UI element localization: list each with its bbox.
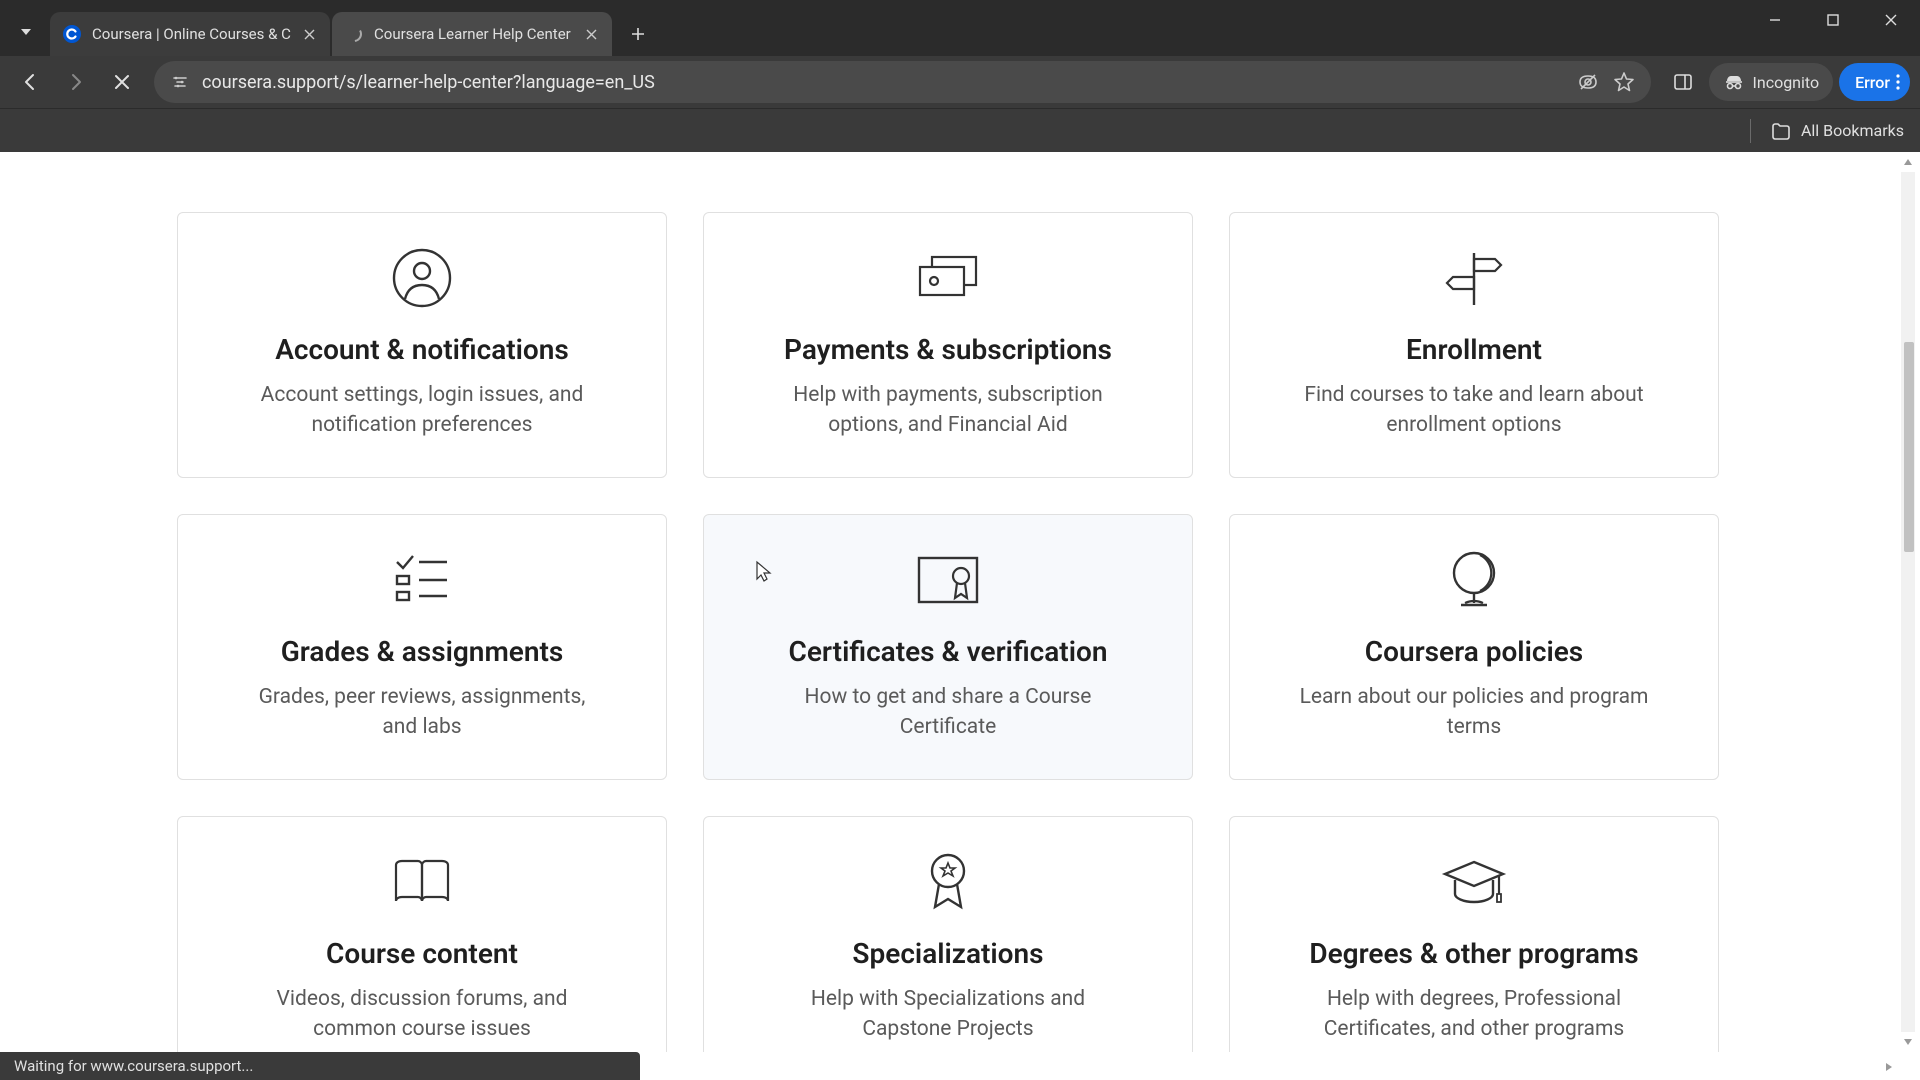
side-panel-button[interactable]: [1663, 62, 1703, 102]
tab-help-center[interactable]: Coursera Learner Help Center: [332, 12, 612, 56]
tab-close-button[interactable]: [300, 25, 318, 43]
card-desc: Learn about our policies and program ter…: [1294, 682, 1654, 743]
card-degrees[interactable]: Degrees & other programs Help with degre…: [1229, 816, 1719, 1052]
category-grid: Account & notifications Account settings…: [178, 212, 1718, 1052]
status-bar: Waiting for www.coursera.support...: [0, 1052, 1920, 1080]
incognito-label: Incognito: [1753, 73, 1820, 92]
card-title: Certificates & verification: [740, 635, 1156, 668]
card-title: Specializations: [740, 937, 1156, 970]
incognito-icon: [1723, 71, 1745, 93]
certificate-icon: [740, 545, 1156, 615]
card-title: Enrollment: [1266, 333, 1682, 366]
card-grades[interactable]: Grades & assignments Grades, peer review…: [177, 514, 667, 780]
card-desc: Account settings, login issues, and noti…: [242, 380, 602, 441]
help-center-content: Account & notifications Account settings…: [0, 152, 1896, 1052]
scroll-down-arrow[interactable]: [1899, 1032, 1917, 1052]
cursor-icon: [752, 559, 774, 585]
folder-icon: [1771, 122, 1791, 140]
card-desc: Videos, discussion forums, and common co…: [242, 984, 602, 1045]
card-desc: Grades, peer reviews, assignments, and l…: [242, 682, 602, 743]
loading-favicon: [344, 24, 364, 44]
forward-button[interactable]: [56, 62, 96, 102]
card-account[interactable]: Account & notifications Account settings…: [177, 212, 667, 478]
bookmark-star-icon[interactable]: [1613, 71, 1635, 93]
horizontal-scrollbar[interactable]: [650, 1058, 1898, 1076]
tab-title: Coursera Learner Help Center: [374, 25, 574, 43]
minimize-button[interactable]: [1746, 0, 1804, 40]
incognito-indicator[interactable]: Incognito: [1709, 63, 1834, 101]
all-bookmarks-button[interactable]: All Bookmarks: [1771, 121, 1904, 140]
card-title: Grades & assignments: [214, 635, 630, 668]
card-payments[interactable]: Payments & subscriptions Help with payme…: [703, 212, 1193, 478]
ribbon-icon: [740, 847, 1156, 917]
card-title: Degrees & other programs: [1266, 937, 1682, 970]
signpost-icon: [1266, 243, 1682, 313]
menu-dots-icon: [1896, 73, 1900, 91]
close-window-button[interactable]: [1862, 0, 1920, 40]
new-tab-button[interactable]: [620, 16, 656, 52]
address-bar[interactable]: coursera.support/s/learner-help-center?l…: [154, 61, 1651, 103]
tab-title: Coursera | Online Courses & C: [92, 25, 292, 43]
stop-loading-button[interactable]: [102, 62, 142, 102]
all-bookmarks-label: All Bookmarks: [1801, 121, 1904, 140]
divider: [1750, 119, 1751, 143]
page-viewport: Account & notifications Account settings…: [0, 152, 1920, 1052]
scroll-thumb[interactable]: [1904, 342, 1914, 552]
status-text: Waiting for www.coursera.support...: [0, 1052, 640, 1080]
scroll-right-arrow[interactable]: [1880, 1058, 1898, 1076]
card-desc: Help with payments, subscription options…: [768, 380, 1128, 441]
card-desc: How to get and share a Course Certificat…: [768, 682, 1128, 743]
maximize-button[interactable]: [1804, 0, 1862, 40]
checklist-icon: [214, 545, 630, 615]
toolbar: coursera.support/s/learner-help-center?l…: [0, 56, 1920, 108]
tab-close-button[interactable]: [582, 25, 600, 43]
card-enrollment[interactable]: Enrollment Find courses to take and lear…: [1229, 212, 1719, 478]
card-certificates[interactable]: Certificates & verification How to get a…: [703, 514, 1193, 780]
user-circle-icon: [214, 243, 630, 313]
card-title: Course content: [214, 937, 630, 970]
money-icon: [740, 243, 1156, 313]
url-text: coursera.support/s/learner-help-center?l…: [202, 72, 1577, 93]
card-content[interactable]: Course content Videos, discussion forums…: [177, 816, 667, 1052]
grad-cap-icon: [1266, 847, 1682, 917]
card-specializations[interactable]: Specializations Help with Specialization…: [703, 816, 1193, 1052]
back-button[interactable]: [10, 62, 50, 102]
card-title: Account & notifications: [214, 333, 630, 366]
card-desc: Find courses to take and learn about enr…: [1294, 380, 1654, 441]
site-settings-icon[interactable]: [170, 72, 190, 92]
card-desc: Help with degrees, Professional Certific…: [1294, 984, 1654, 1045]
tab-strip: Coursera | Online Courses & C Coursera L…: [0, 0, 1920, 56]
card-title: Payments & subscriptions: [740, 333, 1156, 366]
tracking-blocked-icon[interactable]: [1577, 71, 1599, 93]
card-title: Coursera policies: [1266, 635, 1682, 668]
error-label: Error: [1855, 73, 1890, 92]
vertical-scrollbar[interactable]: [1899, 152, 1917, 1052]
error-indicator[interactable]: Error: [1839, 63, 1910, 101]
scroll-track[interactable]: [1901, 172, 1915, 1032]
card-desc: Help with Specializations and Capstone P…: [768, 984, 1128, 1045]
bookmarks-bar: All Bookmarks: [0, 108, 1920, 152]
card-policies[interactable]: Coursera policies Learn about our polici…: [1229, 514, 1719, 780]
globe-icon: [1266, 545, 1682, 615]
tab-search-button[interactable]: [8, 14, 44, 50]
window-controls: [1746, 0, 1920, 44]
tab-coursera[interactable]: Coursera | Online Courses & C: [50, 12, 330, 56]
scroll-up-arrow[interactable]: [1899, 152, 1917, 172]
book-icon: [214, 847, 630, 917]
coursera-favicon: [62, 24, 82, 44]
